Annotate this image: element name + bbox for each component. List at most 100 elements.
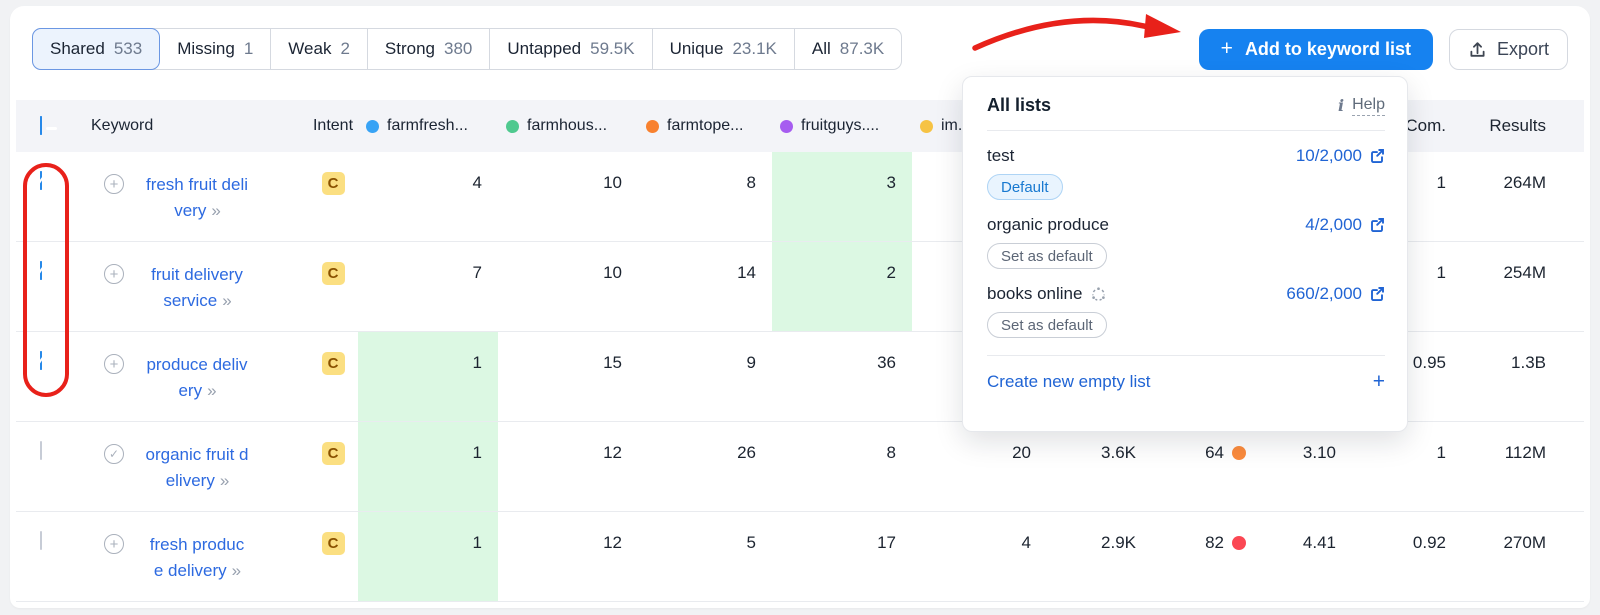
- tab-label: Weak: [288, 39, 332, 58]
- tab-count: 87.3K: [839, 39, 885, 58]
- column-header-label: Com.: [1405, 116, 1446, 135]
- cell-competitor-1: 1: [358, 422, 498, 511]
- add-to-keyword-list-button[interactable]: + Add to keyword list: [1198, 28, 1433, 70]
- cell-competitor-1: 7: [472, 263, 482, 282]
- tab-count: 23.1K: [732, 39, 777, 58]
- add-to-list-icon[interactable]: +: [104, 174, 124, 194]
- column-header-label: Intent: [312, 117, 354, 134]
- add-to-list-icon[interactable]: +: [104, 534, 124, 554]
- list-name: books online: [987, 284, 1083, 303]
- keyword-gap-screen: Shared 533 Missing 1 Weak 2 Strong 380 Untap…: [0, 0, 1600, 615]
- tab-label: All: [811, 39, 831, 58]
- list-usage: 660/2,000: [1286, 284, 1362, 303]
- intent-badge: C: [321, 532, 345, 555]
- list-usage-link[interactable]: 10/2,000: [1296, 146, 1385, 166]
- cell-competitor-2: 12: [603, 533, 622, 552]
- row-checkbox[interactable]: [40, 171, 42, 190]
- column-header-keyword[interactable]: Keyword: [91, 117, 308, 135]
- table-row: ✓ organic fruit d elivery» C 1 12 26 8 20…: [16, 422, 1584, 512]
- keyword-link[interactable]: organic fruit d elivery: [146, 445, 249, 490]
- cell-results: 264M: [1503, 173, 1546, 192]
- keyword-link[interactable]: fresh fruit deli very: [146, 175, 248, 220]
- create-new-list-plus-icon[interactable]: +: [1373, 370, 1385, 394]
- cell-competitor-4: 17: [877, 533, 896, 552]
- column-header-label: Keyword: [91, 117, 154, 134]
- cell-competitor-1: 1: [358, 512, 498, 601]
- kd-value: 82: [1205, 533, 1224, 552]
- competitor-dot: [366, 119, 379, 133]
- keyword-link[interactable]: fresh produc e delivery: [150, 535, 245, 580]
- tab-count: 1: [243, 39, 254, 58]
- row-checkbox[interactable]: [40, 441, 42, 460]
- competitor-dot: [506, 119, 519, 133]
- help-link[interactable]: i Help: [1338, 96, 1385, 116]
- add-to-list-icon[interactable]: +: [104, 354, 124, 374]
- kd-dot: [1232, 536, 1246, 550]
- tab-strong[interactable]: Strong 380: [368, 29, 491, 69]
- list-item[interactable]: test 10/2,000 Default: [987, 146, 1385, 200]
- tab-shared[interactable]: Shared 533: [32, 28, 161, 70]
- tab-count: 59.5K: [590, 39, 635, 58]
- competitor-dot: [780, 119, 793, 133]
- cell-com: 0.92: [1412, 533, 1446, 552]
- add-to-list-icon[interactable]: +: [104, 264, 124, 284]
- list-name: test: [987, 146, 1015, 165]
- tab-weak[interactable]: Weak 2: [271, 29, 368, 69]
- tab-label: Missing: [177, 39, 235, 58]
- list-usage-link[interactable]: 660/2,000: [1286, 284, 1385, 304]
- tab-all[interactable]: All 87.3K: [795, 29, 901, 69]
- export-icon: [1470, 41, 1485, 57]
- chevrons-icon[interactable]: »: [207, 381, 217, 400]
- list-item[interactable]: organic produce 4/2,000 Set as default: [987, 215, 1385, 269]
- cell-competitor-3: 9: [746, 353, 756, 372]
- cell-competitor-1: 1: [358, 332, 498, 421]
- external-link-icon: [1371, 218, 1384, 233]
- column-header-intent[interactable]: Intent: [308, 117, 358, 135]
- row-checkbox[interactable]: [40, 351, 42, 370]
- chevrons-icon[interactable]: »: [232, 561, 242, 580]
- cell-kd: 82: [1152, 512, 1262, 601]
- toolbar: Shared 533 Missing 1 Weak 2 Strong 380 Untap…: [32, 28, 1568, 70]
- row-checkbox[interactable]: [40, 261, 42, 280]
- set-as-default-button[interactable]: Set as default: [987, 312, 1107, 338]
- column-header-label: Results: [1489, 116, 1546, 135]
- tab-unique[interactable]: Unique 23.1K: [653, 29, 795, 69]
- select-all-checkbox[interactable]: [40, 116, 42, 135]
- tab-missing[interactable]: Missing 1: [160, 29, 272, 69]
- intent-badge: C: [321, 352, 345, 375]
- chevrons-icon[interactable]: »: [222, 291, 232, 310]
- in-list-check-icon[interactable]: ✓: [104, 444, 124, 464]
- row-checkbox[interactable]: [40, 531, 42, 550]
- list-name: organic produce: [987, 215, 1109, 234]
- help-label: Help: [1352, 96, 1385, 116]
- intent-badge: C: [321, 262, 345, 285]
- column-header-competitor-3[interactable]: farmtope...: [638, 117, 772, 135]
- cell-cpc: 4.41: [1302, 533, 1336, 552]
- export-button[interactable]: Export: [1448, 28, 1568, 70]
- keyword-link[interactable]: produce deliv ery: [146, 355, 247, 400]
- competitor-dot: [920, 119, 933, 133]
- cell-com: 1: [1436, 443, 1446, 462]
- list-item[interactable]: books online 660/2,000 Set as default: [987, 284, 1385, 338]
- set-as-default-button[interactable]: Set as default: [987, 243, 1107, 269]
- list-usage: 10/2,000: [1295, 146, 1362, 165]
- cell-volume: 2.9K: [1101, 533, 1136, 552]
- keyword-list-dropdown: All lists i Help test 10/2,000 Default o…: [962, 76, 1408, 432]
- tab-label: Shared: [50, 39, 105, 58]
- column-header-competitor-2[interactable]: farmhous...: [498, 117, 638, 135]
- tab-untapped[interactable]: Untapped 59.5K: [490, 29, 653, 69]
- cell-competitor-3: 26: [737, 443, 756, 462]
- column-header-competitor-1[interactable]: farmfresh...: [358, 117, 498, 135]
- column-header-competitor-4[interactable]: fruitguys....: [772, 117, 912, 135]
- cell-results: 1.3B: [1511, 353, 1546, 372]
- cell-competitor-2: 15: [603, 353, 622, 372]
- chevrons-icon[interactable]: »: [211, 201, 221, 220]
- list-usage-link[interactable]: 4/2,000: [1305, 215, 1385, 235]
- column-header-results[interactable]: Results: [1462, 116, 1562, 136]
- cell-competitor-4: 3: [772, 152, 912, 241]
- create-new-list-link[interactable]: Create new empty list: [987, 372, 1150, 392]
- cell-competitor-1: 4: [472, 173, 482, 192]
- cell-cpc: 3.10: [1302, 443, 1336, 462]
- chevrons-icon[interactable]: »: [220, 471, 230, 490]
- column-header-label: fruitguys....: [801, 117, 880, 134]
